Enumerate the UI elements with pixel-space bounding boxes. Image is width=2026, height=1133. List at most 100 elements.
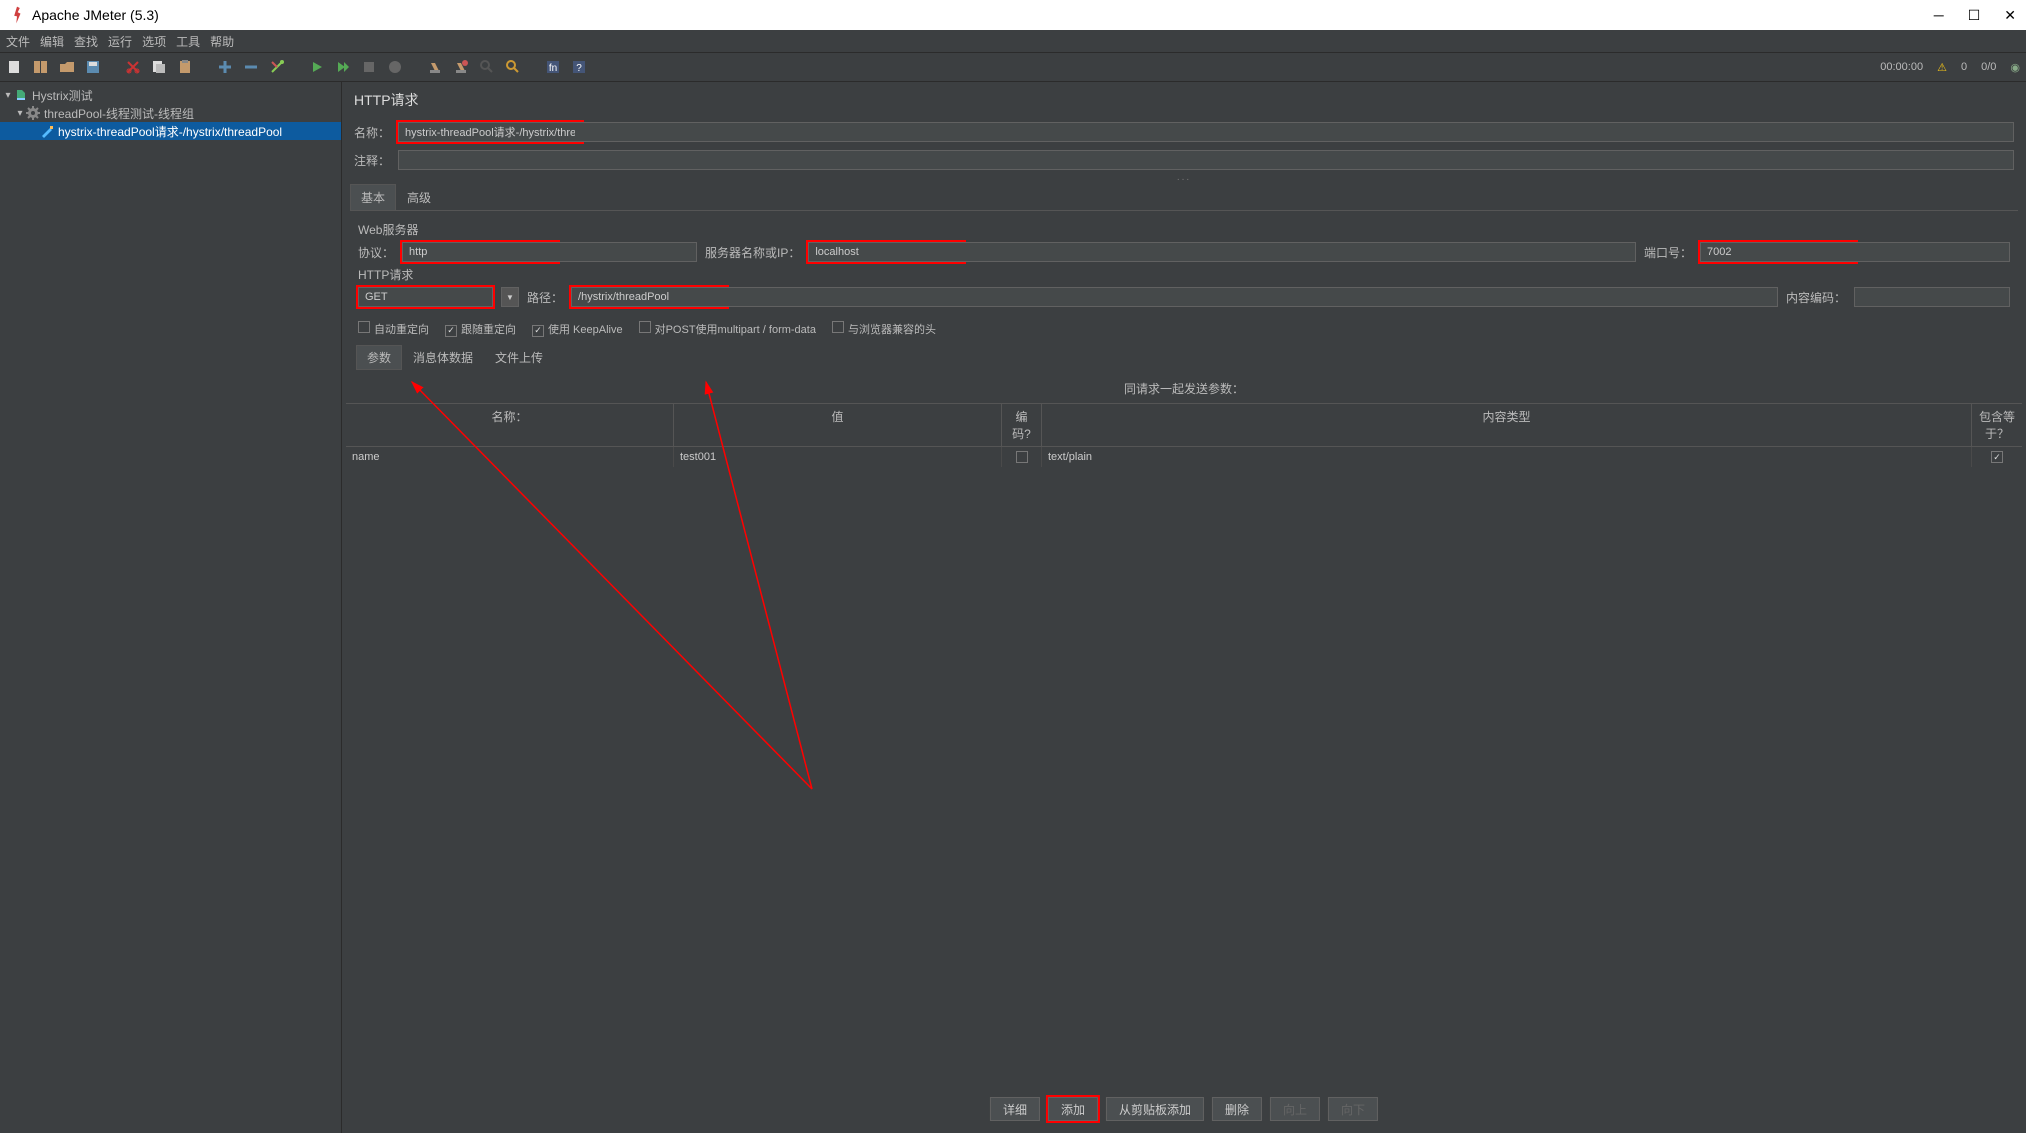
cb-multipart[interactable]: 对POST使用multipart / form-data bbox=[639, 321, 816, 337]
tab-advanced[interactable]: 高级 bbox=[396, 184, 442, 210]
grid-header: 名称： 值 编码? 内容类型 包含等于？ bbox=[346, 404, 2022, 447]
subtab-body[interactable]: 消息体数据 bbox=[402, 345, 484, 370]
detail-button[interactable]: 详细 bbox=[990, 1097, 1040, 1121]
cell-value[interactable]: test001 bbox=[674, 447, 1002, 467]
down-button[interactable]: 向下 bbox=[1328, 1097, 1378, 1121]
config-tabs: 基本 高级 bbox=[350, 184, 2018, 211]
gauge-icon[interactable]: ◉ bbox=[2010, 61, 2020, 74]
cb-browser-headers[interactable]: 与浏览器兼容的头 bbox=[832, 321, 936, 337]
col-type[interactable]: 内容类型 bbox=[1042, 404, 1972, 446]
menu-tools[interactable]: 工具 bbox=[176, 33, 200, 50]
menu-options[interactable]: 选项 bbox=[142, 33, 166, 50]
jmeter-icon bbox=[10, 6, 24, 24]
start-no-pause-icon[interactable] bbox=[334, 58, 352, 76]
expand-icon[interactable] bbox=[216, 58, 234, 76]
cb-auto-redirect[interactable]: 自动重定向 bbox=[358, 321, 429, 337]
help-icon[interactable]: ? bbox=[570, 58, 588, 76]
encoding-label: 内容编码： bbox=[1786, 289, 1846, 306]
save-icon[interactable] bbox=[84, 58, 102, 76]
cut-icon[interactable] bbox=[124, 58, 142, 76]
new-icon[interactable] bbox=[6, 58, 24, 76]
cell-name[interactable]: name bbox=[346, 447, 674, 467]
templates-icon[interactable] bbox=[32, 58, 50, 76]
subtab-files[interactable]: 文件上传 bbox=[484, 345, 554, 370]
col-value[interactable]: 值 bbox=[674, 404, 1002, 446]
tree-root[interactable]: ▾ Hystrix测试 bbox=[0, 86, 341, 104]
sampler-icon bbox=[40, 124, 54, 138]
method-select[interactable]: GET bbox=[358, 287, 493, 307]
col-encode[interactable]: 编码? bbox=[1002, 404, 1042, 446]
cb-follow-redirect[interactable]: 跟随重定向 bbox=[445, 321, 516, 337]
name-label: 名称： bbox=[354, 124, 390, 141]
web-server-section: Web服务器 bbox=[358, 221, 2010, 238]
elapsed-time: 00:00:00 bbox=[1880, 61, 1923, 73]
editor-panel: HTTP请求 名称： 注释： 基本 高级 Web服务器 协议： 服务器名称或IP… bbox=[342, 82, 2026, 1133]
collapse-icon[interactable] bbox=[242, 58, 260, 76]
function-helper-icon[interactable]: fn bbox=[544, 58, 562, 76]
add-from-clipboard-button[interactable]: 从剪贴板添加 bbox=[1106, 1097, 1204, 1121]
http-request-section: HTTP请求 bbox=[358, 266, 2010, 283]
name-input[interactable] bbox=[398, 122, 582, 142]
port-label: 端口号： bbox=[1644, 244, 1692, 261]
table-buttons: 详细 添加 从剪贴板添加 删除 向上 向下 bbox=[990, 1097, 1378, 1121]
toggle-icon[interactable] bbox=[268, 58, 286, 76]
start-icon[interactable] bbox=[308, 58, 326, 76]
clear-icon[interactable] bbox=[426, 58, 444, 76]
shutdown-icon[interactable] bbox=[386, 58, 404, 76]
tree-http-sampler[interactable]: hystrix-threadPool请求-/hystrix/threadPool bbox=[0, 122, 341, 140]
delete-button[interactable]: 删除 bbox=[1212, 1097, 1262, 1121]
svg-text:fn: fn bbox=[549, 63, 557, 74]
menu-help[interactable]: 帮助 bbox=[210, 33, 234, 50]
menu-bar: 文件 编辑 查找 运行 选项 工具 帮助 bbox=[0, 30, 2026, 52]
window-title: Apache JMeter (5.3) bbox=[32, 7, 159, 23]
method-dropdown-arrow[interactable]: ▼ bbox=[501, 287, 519, 307]
search-icon[interactable] bbox=[478, 58, 496, 76]
tree-thread-group[interactable]: ▾ threadPool-线程测试-线程组 bbox=[0, 104, 341, 122]
comment-label: 注释： bbox=[354, 152, 390, 169]
cb-keepalive[interactable]: 使用 KeepAlive bbox=[532, 321, 623, 337]
cell-include[interactable] bbox=[1972, 447, 2022, 467]
tool-bar: fn ? 00:00:00 ⚠ 0 0/0 ◉ bbox=[0, 52, 2026, 82]
path-label: 路径： bbox=[527, 289, 563, 306]
stop-icon[interactable] bbox=[360, 58, 378, 76]
encoding-input[interactable] bbox=[1854, 287, 2010, 307]
grid-caption: 同请求一起发送参数： bbox=[346, 374, 2022, 404]
menu-run[interactable]: 运行 bbox=[108, 33, 132, 50]
menu-search[interactable]: 查找 bbox=[74, 33, 98, 50]
server-input[interactable] bbox=[808, 242, 964, 262]
panel-title: HTTP请求 bbox=[342, 82, 2026, 118]
up-button[interactable]: 向上 bbox=[1270, 1097, 1320, 1121]
menu-file[interactable]: 文件 bbox=[6, 33, 30, 50]
tab-basic[interactable]: 基本 bbox=[350, 184, 396, 210]
close-button[interactable]: ✕ bbox=[2004, 7, 2016, 24]
col-include[interactable]: 包含等于？ bbox=[1972, 404, 2022, 446]
window-title-bar: Apache JMeter (5.3) ─ ☐ ✕ bbox=[0, 0, 2026, 30]
thread-count: 0/0 bbox=[1981, 61, 1996, 73]
protocol-input[interactable] bbox=[402, 242, 558, 262]
paste-icon[interactable] bbox=[176, 58, 194, 76]
cell-encode[interactable] bbox=[1002, 447, 1042, 467]
open-icon[interactable] bbox=[58, 58, 76, 76]
testplan-icon bbox=[14, 88, 28, 102]
copy-icon[interactable] bbox=[150, 58, 168, 76]
menu-edit[interactable]: 编辑 bbox=[40, 33, 64, 50]
port-input[interactable] bbox=[1700, 242, 1856, 262]
gear-icon bbox=[26, 106, 40, 120]
test-plan-tree[interactable]: ▾ Hystrix测试 ▾ threadPool-线程测试-线程组 hystri… bbox=[0, 82, 342, 1133]
clear-all-icon[interactable] bbox=[452, 58, 470, 76]
col-name[interactable]: 名称： bbox=[346, 404, 674, 446]
reset-search-icon[interactable] bbox=[504, 58, 522, 76]
warning-icon[interactable]: ⚠ bbox=[1937, 61, 1947, 74]
cell-type[interactable]: text/plain bbox=[1042, 447, 1972, 467]
protocol-label: 协议： bbox=[358, 244, 394, 261]
add-button[interactable]: 添加 bbox=[1048, 1097, 1098, 1121]
server-label: 服务器名称或IP： bbox=[705, 244, 800, 261]
path-input[interactable] bbox=[571, 287, 727, 307]
separator[interactable] bbox=[342, 174, 2026, 182]
maximize-button[interactable]: ☐ bbox=[1968, 7, 1981, 24]
table-row[interactable]: name test001 text/plain bbox=[346, 447, 2022, 467]
warning-count: 0 bbox=[1961, 61, 1967, 73]
minimize-button[interactable]: ─ bbox=[1934, 7, 1944, 23]
comment-input[interactable] bbox=[398, 150, 2014, 170]
subtab-params[interactable]: 参数 bbox=[356, 345, 402, 370]
